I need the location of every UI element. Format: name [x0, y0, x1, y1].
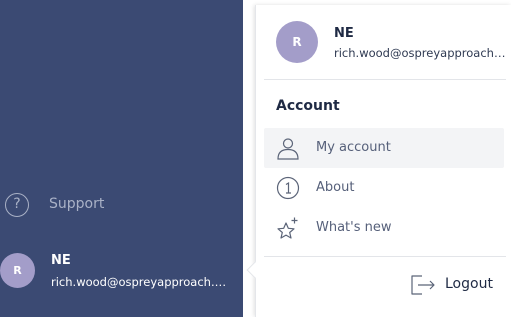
menu-item-label: What's new: [316, 220, 392, 235]
menu-item-about[interactable]: About: [264, 168, 504, 208]
sidebar-user-menu[interactable]: R NE rich.wood@ospreyapproach.c...: [0, 250, 243, 294]
menu-item-label: My account: [316, 140, 391, 155]
sparkle-star-icon: [277, 217, 298, 239]
user-initials: NE: [334, 26, 354, 41]
help-circle-icon: ?: [5, 193, 29, 217]
menu-item-my-account[interactable]: My account: [264, 128, 504, 168]
logout-label: Logout: [445, 276, 493, 292]
avatar: R: [0, 253, 35, 288]
sidebar-item-support[interactable]: ? Support: [0, 190, 243, 222]
user-email: rich.wood@ospreyapproach.c...: [51, 275, 231, 289]
info-icon: [276, 176, 300, 200]
sidebar-item-label: Support: [49, 196, 105, 212]
user-email: rich.wood@ospreyapproach....: [334, 46, 506, 60]
logout-button[interactable]: Logout: [406, 267, 506, 301]
logout-icon: [411, 275, 435, 295]
divider: [264, 256, 506, 257]
avatar: R: [276, 21, 318, 63]
sidebar: ? Support R NE rich.wood@ospreyapproach.…: [0, 0, 243, 317]
panel-user-header: R NE rich.wood@ospreyapproach....: [256, 5, 511, 80]
divider: [264, 79, 506, 80]
account-dropdown-panel: R NE rich.wood@ospreyapproach.... Accoun…: [255, 5, 511, 317]
user-initials: NE: [51, 253, 71, 268]
menu-item-label: About: [316, 180, 355, 195]
menu-item-whats-new[interactable]: What's new: [264, 208, 504, 248]
user-icon: [277, 138, 299, 160]
section-heading-account: Account: [276, 98, 340, 114]
